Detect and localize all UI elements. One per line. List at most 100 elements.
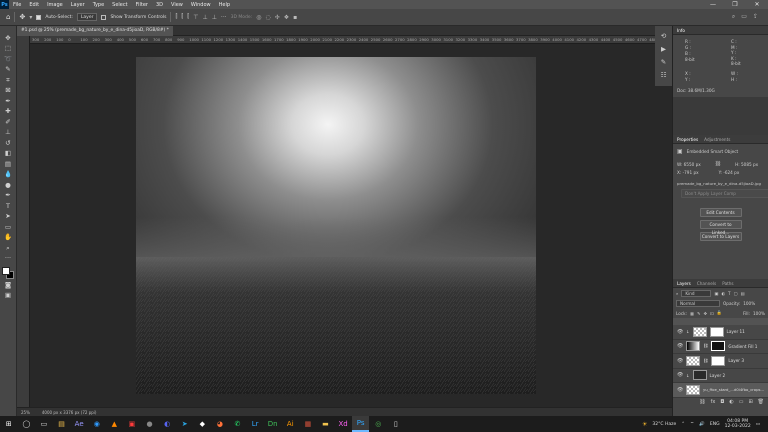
chevron-down-icon[interactable]: ▾ bbox=[29, 14, 32, 21]
eyedropper-tool-icon[interactable]: ✒ bbox=[1, 97, 15, 105]
tab-channels[interactable]: Channels bbox=[697, 281, 716, 286]
more-options-icon[interactable]: ··· bbox=[221, 14, 227, 21]
adjustment-layer-icon[interactable]: ◐ bbox=[729, 399, 733, 405]
convert-to-linked-button[interactable]: Convert to Linked... bbox=[699, 220, 742, 235]
menu-3d[interactable]: 3D bbox=[152, 2, 167, 8]
network-icon[interactable]: ⌔ bbox=[690, 421, 694, 427]
language-indicator[interactable]: ENG bbox=[710, 422, 720, 427]
tab-properties[interactable]: Properties bbox=[677, 137, 698, 142]
layer-row[interactable]: 👁 ⛓ Layer 3 bbox=[673, 354, 768, 369]
align-center-icon[interactable]: ⫿ bbox=[181, 13, 183, 21]
trash-icon[interactable]: 🗑 bbox=[758, 399, 764, 405]
weather-icon[interactable]: ☀ bbox=[642, 421, 647, 428]
tab-info[interactable]: Info bbox=[677, 28, 685, 33]
align-top-icon[interactable]: ⊤ bbox=[193, 14, 198, 21]
close-button[interactable]: ✕ bbox=[746, 1, 768, 8]
layer-row-selected[interactable]: 👁 yu_ffoe_stard_...d0i4fbo_crops... bbox=[673, 383, 768, 398]
lock-position-icon[interactable]: ✥ bbox=[703, 311, 707, 316]
auto-select-dropdown[interactable]: Layer bbox=[76, 13, 98, 21]
search-icon[interactable]: ⌕ bbox=[732, 13, 735, 21]
taskbar-app-icon[interactable]: Ae bbox=[70, 416, 88, 432]
taskbar-app-icon[interactable]: ▬ bbox=[317, 416, 335, 432]
foreground-color-swatch[interactable] bbox=[2, 266, 10, 275]
layer-row[interactable]: 👁 ↓ Layer 11 bbox=[673, 325, 768, 340]
y-field[interactable]: Y: -624 px bbox=[719, 170, 740, 175]
gradient-tool-icon[interactable]: ▤ bbox=[1, 160, 15, 168]
blend-mode-dropdown[interactable]: Normal bbox=[676, 300, 720, 307]
convert-to-layers-button[interactable]: Convert to Layers bbox=[699, 232, 742, 241]
edit-contents-button[interactable]: Edit Contents bbox=[699, 208, 742, 217]
pen-tool-icon[interactable]: ✒ bbox=[1, 191, 15, 199]
visibility-eye-icon[interactable]: 👁 bbox=[677, 329, 683, 335]
taskbar-app-icon[interactable]: ➤ bbox=[176, 416, 194, 432]
fx-icon[interactable]: fx bbox=[711, 399, 716, 405]
workspace-icon[interactable]: ▭ bbox=[741, 13, 747, 21]
lasso-tool-icon[interactable]: ➰ bbox=[1, 55, 15, 63]
visibility-eye-icon[interactable]: 👁 bbox=[677, 387, 683, 393]
more-tools-icon[interactable]: ··· bbox=[1, 254, 15, 262]
3d-orbit-icon[interactable]: ◎ bbox=[256, 14, 261, 21]
document-canvas[interactable] bbox=[136, 57, 536, 394]
taskbar-app-icon[interactable]: ▦ bbox=[299, 416, 317, 432]
auto-select-checkbox[interactable] bbox=[36, 14, 42, 20]
opacity-field[interactable]: 100% bbox=[743, 301, 755, 306]
actions-icon[interactable]: ▶ bbox=[661, 45, 666, 53]
notification-icon[interactable]: ▭ bbox=[756, 422, 760, 427]
healing-brush-tool-icon[interactable]: ✚ bbox=[1, 107, 15, 115]
taskbar-app-icon[interactable]: ▯ bbox=[387, 416, 405, 432]
menu-type[interactable]: Type bbox=[89, 2, 108, 8]
visibility-eye-icon[interactable]: 👁 bbox=[677, 343, 683, 349]
clock[interactable]: 04:08 PM 12-03-2022 bbox=[725, 419, 751, 429]
link-layers-icon[interactable]: ⛓ bbox=[699, 399, 705, 405]
menu-help[interactable]: Help bbox=[215, 2, 234, 8]
home-icon[interactable]: ⌂ bbox=[6, 13, 10, 21]
width-field[interactable]: W: 6550 px bbox=[677, 162, 701, 167]
quick-mask-icon[interactable]: ◙ bbox=[1, 281, 15, 289]
eraser-tool-icon[interactable]: ◧ bbox=[1, 149, 15, 157]
weather-text[interactable]: 32°C Haze bbox=[652, 422, 676, 427]
align-middle-icon[interactable]: ⊥ bbox=[202, 14, 207, 21]
taskbar-app-icon[interactable]: ● bbox=[141, 416, 159, 432]
visibility-eye-icon[interactable]: 👁 bbox=[677, 358, 683, 364]
link-icon[interactable]: ⛓ bbox=[715, 161, 721, 167]
menu-window[interactable]: Window bbox=[187, 2, 215, 8]
brush-tool-icon[interactable]: ✐ bbox=[1, 118, 15, 126]
taskbar-app-icon[interactable]: ▲ bbox=[106, 416, 124, 432]
history-brush-tool-icon[interactable]: ↺ bbox=[1, 139, 15, 147]
align-left-icon[interactable]: ⫿ bbox=[175, 13, 177, 21]
move-tool-icon[interactable]: ✥ bbox=[1, 34, 15, 42]
align-right-icon[interactable]: ⫿ bbox=[187, 13, 189, 21]
taskbar-app-icon[interactable]: Dn bbox=[264, 416, 282, 432]
visibility-eye-icon[interactable]: 👁 bbox=[677, 372, 683, 378]
filter-adjust-icon[interactable]: ◐ bbox=[721, 291, 725, 296]
screen-mode-icon[interactable]: ▣ bbox=[1, 291, 15, 299]
taskbar-app-icon[interactable]: ◉ bbox=[88, 416, 106, 432]
path-selection-tool-icon[interactable]: ➤ bbox=[1, 212, 15, 220]
color-swatches[interactable] bbox=[2, 266, 14, 279]
blur-tool-icon[interactable]: 💧 bbox=[1, 170, 15, 178]
document-tab[interactable]: #1.psd @ 25% (premade_bg_nature_by_e_din… bbox=[17, 26, 173, 36]
layer-comp-dropdown[interactable]: Don't Apply Layer Comp bbox=[681, 189, 768, 198]
add-mask-icon[interactable]: ◘ bbox=[720, 399, 724, 405]
share-icon[interactable]: ⇪ bbox=[753, 13, 758, 21]
filter-smart-icon[interactable]: ▤ bbox=[741, 291, 745, 296]
3d-pan-icon[interactable]: ✢ bbox=[275, 14, 280, 21]
photoshop-logo-icon[interactable]: Ps bbox=[0, 0, 9, 9]
type-tool-icon[interactable]: T bbox=[1, 202, 15, 210]
taskbar-app-icon[interactable]: ▭ bbox=[35, 416, 53, 432]
quick-select-tool-icon[interactable]: ✎ bbox=[1, 65, 15, 73]
menu-file[interactable]: File bbox=[9, 2, 25, 8]
maximize-button[interactable]: ❐ bbox=[724, 1, 746, 8]
marquee-tool-icon[interactable]: ⬚ bbox=[1, 44, 15, 52]
zoom-tool-icon[interactable]: ⌕ bbox=[1, 244, 15, 252]
minimize-button[interactable]: — bbox=[702, 1, 724, 8]
menu-select[interactable]: Select bbox=[108, 2, 131, 8]
filter-type-icon[interactable]: T bbox=[728, 291, 731, 296]
taskbar-app-icon[interactable]: Ps bbox=[351, 416, 370, 432]
menu-layer[interactable]: Layer bbox=[67, 2, 89, 8]
zoom-level[interactable]: 25% bbox=[21, 410, 30, 415]
hand-tool-icon[interactable]: ✋ bbox=[1, 233, 15, 241]
taskbar-app-icon[interactable]: ▣ bbox=[123, 416, 141, 432]
brush-settings-icon[interactable]: ✎ bbox=[661, 58, 666, 66]
x-field[interactable]: X: -791 px bbox=[677, 170, 699, 175]
